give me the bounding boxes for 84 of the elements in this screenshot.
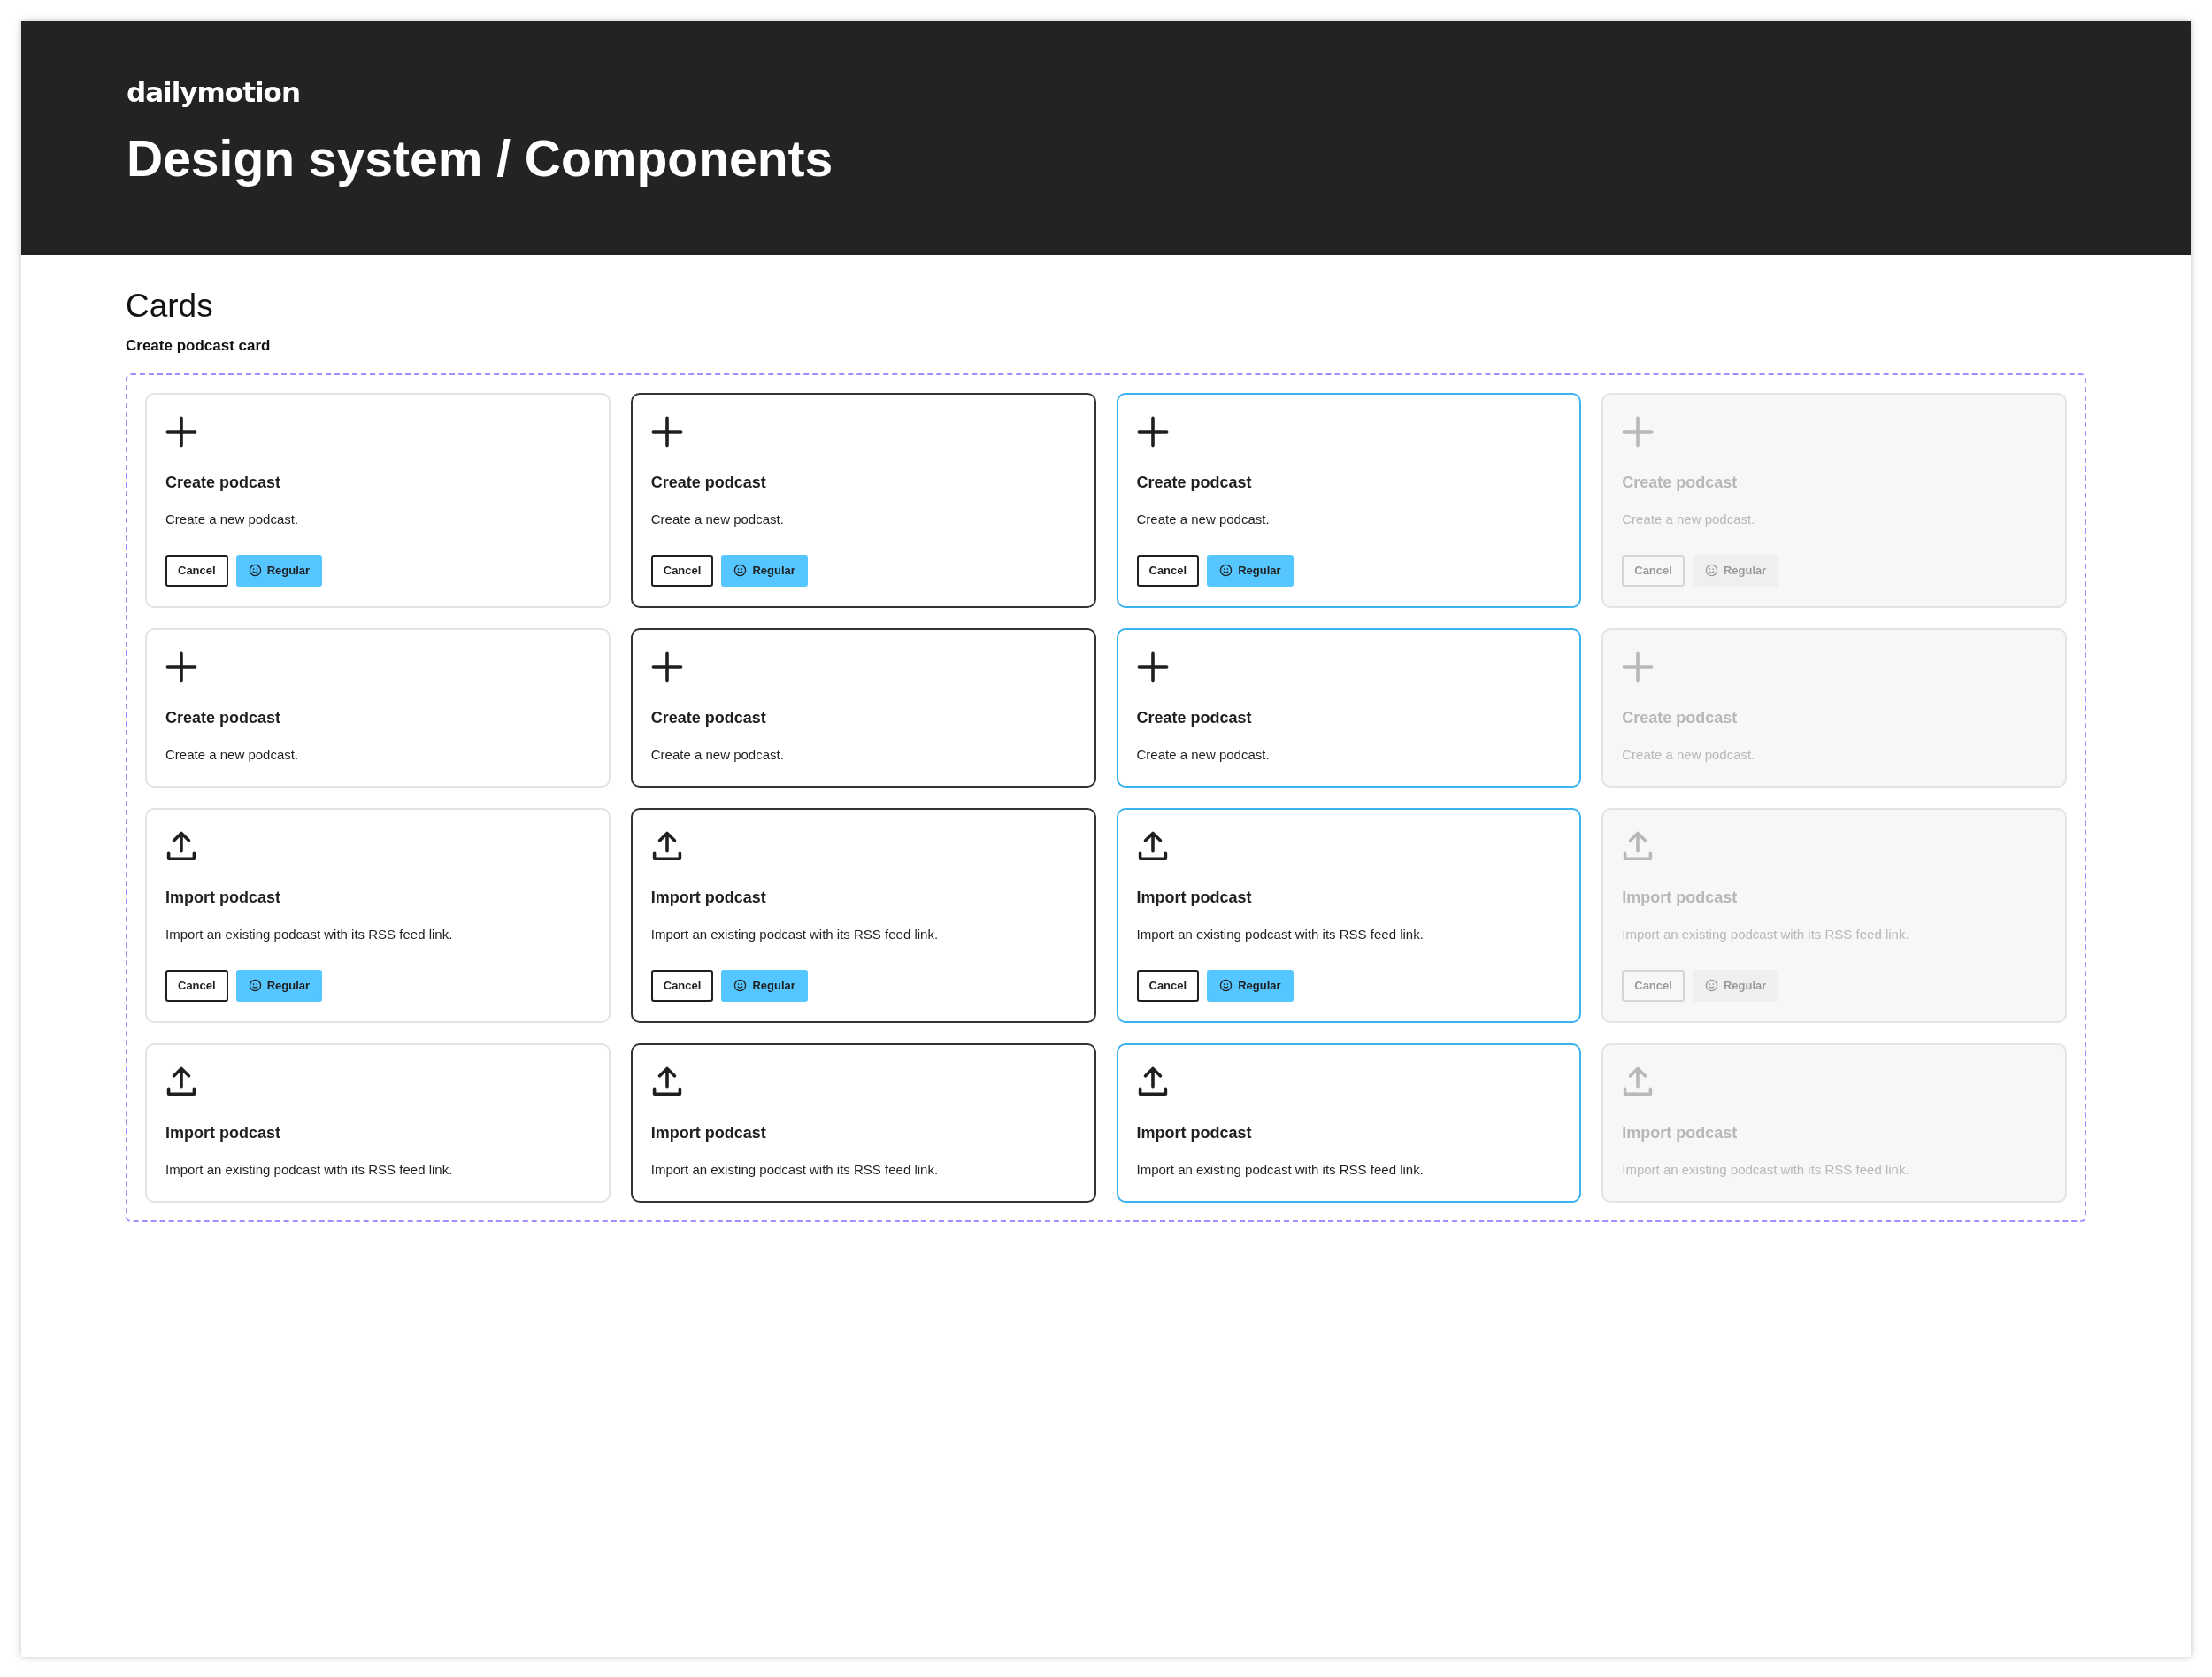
regular-button[interactable]: Regular	[235, 969, 323, 1002]
plus-icon	[1136, 650, 1169, 683]
card-title: Create podcast	[650, 472, 767, 493]
card-title: Create podcast	[1622, 707, 1739, 728]
card-description: Create a new podcast.	[650, 511, 785, 528]
upload-icon	[650, 830, 683, 863]
card-description: Create a new podcast.	[165, 746, 300, 764]
smiley-icon	[1219, 564, 1233, 578]
cancel-button[interactable]: Cancel	[650, 554, 714, 587]
cancel-button[interactable]: Cancel	[1136, 969, 1200, 1002]
card-description: Create a new podcast.	[1136, 511, 1271, 528]
podcast-card[interactable]: Import podcast Import an existing podcast with its RSS feed link. Cancel Regular	[1116, 807, 1582, 1023]
smiley-icon	[733, 564, 748, 578]
card-description: Import an existing podcast with its RSS feed link.	[1622, 926, 1910, 943]
card-title: Create podcast	[165, 707, 282, 728]
podcast-card[interactable]: Create podcast Create a new podcast.	[145, 627, 611, 788]
card-title: Create podcast	[1136, 472, 1253, 493]
smiley-icon	[733, 979, 748, 993]
plus-icon	[1622, 650, 1655, 683]
podcast-card[interactable]: Create podcast Create a new podcast. Cancel Regular	[1116, 392, 1582, 608]
card-title: Import podcast	[1622, 1122, 1739, 1143]
podcast-card[interactable]: Create podcast Create a new podcast. Cancel Regular	[630, 392, 1096, 608]
card-description: Import an existing podcast with its RSS feed link.	[650, 1161, 940, 1179]
upload-icon	[1136, 1065, 1169, 1098]
card-title: Create podcast	[1136, 707, 1253, 728]
card-description: Create a new podcast.	[165, 511, 300, 528]
card-title: Import podcast	[1136, 1122, 1253, 1143]
podcast-card[interactable]: Import podcast Import an existing podcast with its RSS feed link.	[145, 1042, 611, 1203]
logo: dailymotion	[127, 76, 300, 110]
cancel-button[interactable]: Cancel	[1136, 554, 1200, 587]
upload-icon	[1622, 1065, 1655, 1098]
card-description: Import an existing podcast with its RSS feed link.	[650, 926, 940, 943]
card-description: Import an existing podcast with its RSS feed link.	[165, 1161, 454, 1179]
plus-icon	[650, 650, 683, 683]
plus-icon	[165, 415, 197, 448]
card-description: Create a new podcast.	[1622, 511, 1756, 528]
card-title: Import podcast	[165, 887, 281, 908]
plus-icon	[650, 415, 683, 448]
card-description: Create a new podcast.	[650, 746, 785, 764]
smiley-icon	[1219, 979, 1233, 993]
podcast-card[interactable]: Create podcast Create a new podcast.	[1116, 627, 1582, 788]
cancel-button[interactable]: Cancel	[650, 969, 714, 1002]
card-title: Import podcast	[1136, 887, 1253, 908]
regular-button[interactable]: Regular	[721, 969, 808, 1002]
podcast-card[interactable]: Import podcast Import an existing podcast with its RSS feed link. Cancel Regular	[145, 807, 611, 1023]
card-title: Import podcast	[1622, 887, 1739, 908]
podcast-card[interactable]: Import podcast Import an existing podcast with its RSS feed link.	[630, 1042, 1096, 1203]
card-title: Import podcast	[650, 1122, 767, 1143]
upload-icon	[165, 830, 197, 863]
smiley-icon	[1704, 564, 1718, 578]
podcast-card[interactable]: Create podcast Create a new podcast. Cancel Regular	[145, 392, 611, 608]
regular-button[interactable]: Regular	[235, 554, 323, 587]
upload-icon	[1622, 830, 1655, 863]
card-title: Import podcast	[165, 1122, 281, 1143]
card-description: Create a new podcast.	[1136, 746, 1271, 764]
upload-icon	[1136, 830, 1169, 863]
page-title: Design system / Components	[127, 129, 834, 189]
cancel-button[interactable]: Cancel	[165, 969, 228, 1002]
card-description: Import an existing podcast with its RSS feed link.	[1622, 1161, 1910, 1179]
regular-button[interactable]: Regular	[721, 554, 808, 587]
regular-button[interactable]: Regular	[1207, 969, 1294, 1002]
section-title: Cards	[126, 287, 214, 326]
cancel-button[interactable]: Cancel	[165, 554, 228, 587]
podcast-card[interactable]: Import podcast Import an existing podcast with its RSS feed link. Cancel Regular	[630, 807, 1096, 1023]
card-title: Create podcast	[650, 707, 767, 728]
plus-icon	[1136, 415, 1169, 448]
smiley-icon	[248, 564, 262, 578]
podcast-card[interactable]: Import podcast Import an existing podcast with its RSS feed link.	[1116, 1042, 1582, 1203]
card-title: Create podcast	[1622, 472, 1739, 493]
podcast-card[interactable]: Create podcast Create a new podcast.	[630, 627, 1096, 788]
card-title: Import podcast	[650, 887, 767, 908]
card-description: Import an existing podcast with its RSS feed link.	[165, 926, 454, 943]
upload-icon	[650, 1065, 683, 1098]
card-title: Create podcast	[165, 472, 282, 493]
card-description: Import an existing podcast with its RSS feed link.	[1136, 1161, 1425, 1179]
plus-icon	[165, 650, 197, 683]
card-description: Import an existing podcast with its RSS feed link.	[1136, 926, 1425, 943]
smiley-icon	[248, 979, 262, 993]
smiley-icon	[1704, 979, 1718, 993]
plus-icon	[1622, 415, 1655, 448]
upload-icon	[165, 1065, 197, 1098]
card-description: Create a new podcast.	[1622, 746, 1756, 764]
section-subtitle: Create podcast card	[126, 336, 272, 357]
regular-button[interactable]: Regular	[1207, 554, 1294, 587]
